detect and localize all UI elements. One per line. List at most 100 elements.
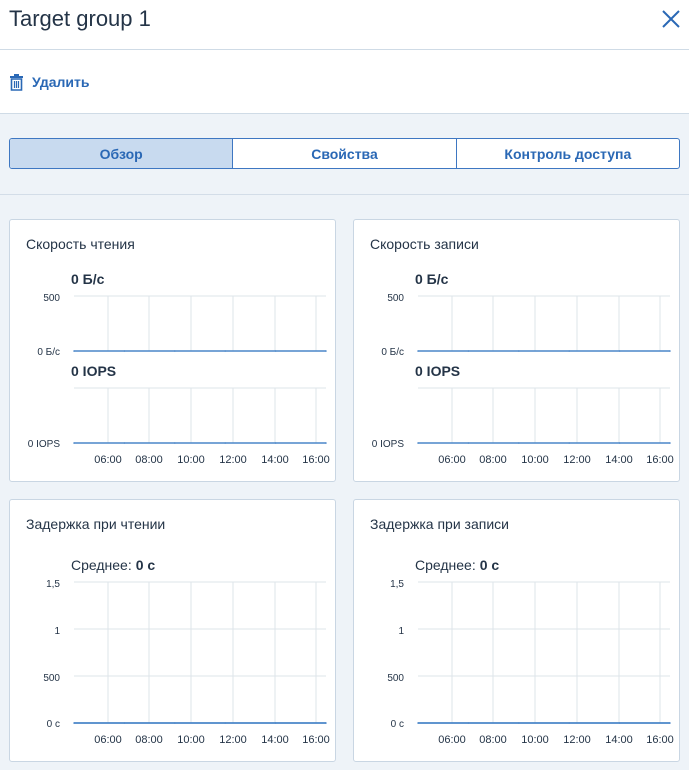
x-tick-label: 16:00 bbox=[302, 454, 330, 466]
throughput-value: 0 Б/с bbox=[415, 271, 449, 287]
data-point bbox=[618, 350, 621, 352]
x-tick-label: 12:00 bbox=[219, 734, 247, 746]
data-point bbox=[274, 722, 277, 724]
average-caption: Среднее: bbox=[415, 557, 476, 573]
data-point bbox=[325, 722, 327, 724]
tab-bar: Обзор Свойства Контроль доступа bbox=[9, 138, 680, 169]
data-point bbox=[518, 722, 520, 724]
write-latency-card: Задержка при записи Среднее: 0 с 1,5 1 50… bbox=[353, 499, 680, 762]
data-point bbox=[174, 442, 176, 444]
data-point bbox=[417, 350, 419, 352]
write-latency-chart: Среднее: 0 с 1,5 1 500 0 с 06:00 08:00 10:0… bbox=[387, 557, 674, 746]
delete-label: Удалить bbox=[32, 74, 90, 90]
average-label: Среднее: 0 с bbox=[415, 557, 499, 573]
y-tick-label: 0 IOPS bbox=[28, 439, 61, 450]
y-tick-label: 500 bbox=[387, 293, 404, 304]
data-point bbox=[123, 442, 126, 444]
close-button[interactable] bbox=[660, 8, 682, 30]
y-tick-label: 500 bbox=[43, 293, 60, 304]
x-tick-label: 08:00 bbox=[479, 734, 507, 746]
data-point bbox=[325, 442, 327, 444]
data-point bbox=[224, 350, 226, 352]
data-point bbox=[325, 350, 327, 352]
iops-value: 0 IOPS bbox=[415, 363, 460, 379]
y-tick-label: 0 Б/с bbox=[37, 347, 60, 358]
data-point bbox=[224, 442, 226, 444]
y-tick-label: 1 bbox=[54, 626, 60, 637]
data-point bbox=[618, 722, 621, 724]
data-point bbox=[174, 722, 176, 724]
write-speed-card: Скорость записи 0 Б/с 500 0 Б/с 0 IOPS 0… bbox=[353, 219, 680, 482]
throughput-value: 0 Б/с bbox=[71, 271, 105, 287]
delete-button[interactable]: Удалить bbox=[9, 72, 89, 92]
data-point bbox=[417, 442, 419, 444]
y-tick-label: 0 с bbox=[391, 719, 404, 730]
toolbar: Удалить bbox=[0, 50, 689, 114]
x-tick-label: 06:00 bbox=[438, 454, 466, 466]
x-tick-label: 10:00 bbox=[521, 734, 549, 746]
x-tick-label: 16:00 bbox=[646, 734, 674, 746]
data-point bbox=[174, 350, 176, 352]
x-tick-label: 14:00 bbox=[605, 734, 633, 746]
data-point bbox=[568, 722, 570, 724]
data-point bbox=[467, 722, 470, 724]
data-point bbox=[417, 722, 419, 724]
data-point bbox=[274, 350, 277, 352]
x-tick-label: 06:00 bbox=[438, 734, 466, 746]
read-latency-card: Задержка при чтении Среднее: 0 с 1,5 1 50… bbox=[9, 499, 336, 762]
x-tick-label: 12:00 bbox=[219, 454, 247, 466]
data-point bbox=[568, 350, 570, 352]
x-tick-label: 10:00 bbox=[177, 454, 205, 466]
x-tick-label: 14:00 bbox=[261, 734, 289, 746]
data-point bbox=[568, 442, 570, 444]
x-tick-label: 14:00 bbox=[261, 454, 289, 466]
x-tick-label: 06:00 bbox=[94, 734, 122, 746]
x-tick-label: 12:00 bbox=[563, 734, 591, 746]
average-caption: Среднее: bbox=[71, 557, 132, 573]
x-tick-label: 10:00 bbox=[177, 734, 205, 746]
data-point bbox=[669, 722, 671, 724]
data-point bbox=[123, 350, 126, 352]
tab-properties[interactable]: Свойства bbox=[233, 139, 457, 168]
data-point bbox=[73, 722, 75, 724]
data-point bbox=[518, 442, 520, 444]
write-speed-chart: 0 Б/с 500 0 Б/с 0 IOPS 0 IOPS 06:00 08:00… bbox=[372, 271, 674, 466]
x-tick-label: 14:00 bbox=[605, 454, 633, 466]
y-tick-label: 1 bbox=[398, 626, 404, 637]
average-label: Среднее: 0 с bbox=[71, 557, 155, 573]
x-tick-label: 16:00 bbox=[302, 734, 330, 746]
y-tick-label: 500 bbox=[43, 673, 60, 684]
data-point bbox=[669, 442, 671, 444]
iops-value: 0 IOPS bbox=[71, 363, 116, 379]
y-tick-label: 1,5 bbox=[46, 579, 60, 590]
y-tick-label: 0 IOPS bbox=[372, 439, 405, 450]
y-tick-label: 0 с bbox=[47, 719, 60, 730]
data-point bbox=[669, 350, 671, 352]
x-tick-label: 12:00 bbox=[563, 454, 591, 466]
x-tick-label: 10:00 bbox=[521, 454, 549, 466]
y-tick-label: 0 Б/с bbox=[381, 347, 404, 358]
read-speed-card: Скорость чтения 0 Б/с 500 0 Б/с 0 IOPS 0… bbox=[9, 219, 336, 482]
tab-access-control[interactable]: Контроль доступа bbox=[457, 139, 679, 168]
tab-overview[interactable]: Обзор bbox=[10, 139, 234, 168]
read-speed-chart: 0 Б/с 500 0 Б/с 0 IOPS 0 IOPS 06:00 08:00… bbox=[28, 271, 330, 466]
data-point bbox=[224, 722, 226, 724]
x-tick-label: 16:00 bbox=[646, 454, 674, 466]
x-tick-label: 06:00 bbox=[94, 454, 122, 466]
close-icon bbox=[662, 10, 680, 28]
panel-header: Target group 1 bbox=[0, 0, 689, 50]
data-point bbox=[467, 350, 470, 352]
data-point bbox=[274, 442, 277, 444]
data-point bbox=[618, 442, 621, 444]
page-title: Target group 1 bbox=[9, 6, 151, 31]
data-point bbox=[73, 350, 75, 352]
data-point bbox=[467, 442, 470, 444]
average-value: 0 с bbox=[480, 557, 500, 573]
x-tick-label: 08:00 bbox=[135, 734, 163, 746]
data-point bbox=[123, 722, 126, 724]
y-tick-label: 500 bbox=[387, 673, 404, 684]
x-tick-label: 08:00 bbox=[135, 454, 163, 466]
average-value: 0 с bbox=[136, 557, 156, 573]
data-point bbox=[73, 442, 75, 444]
trash-icon bbox=[10, 73, 23, 91]
